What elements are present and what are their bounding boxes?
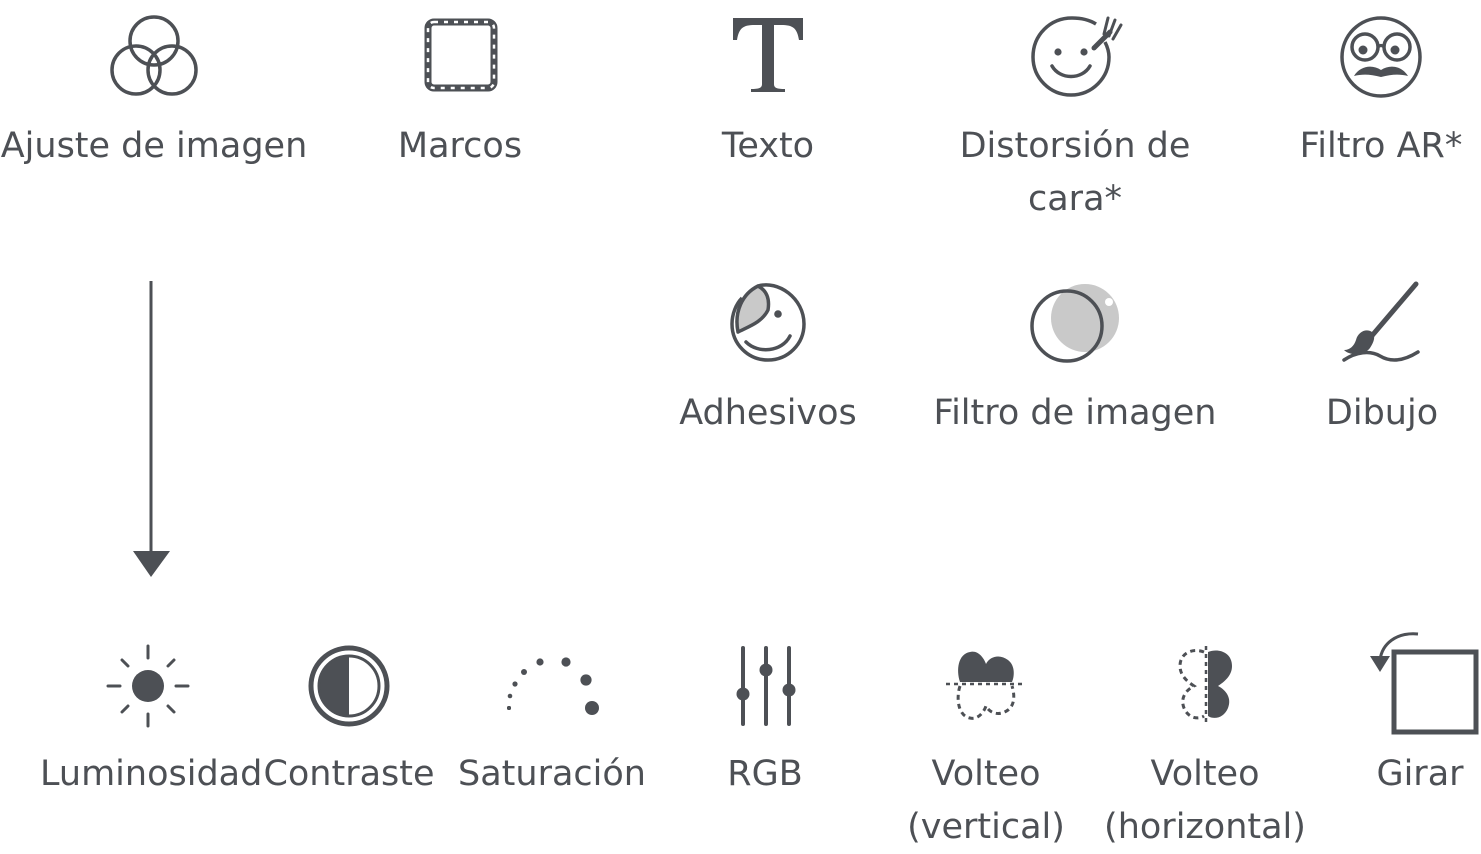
sun-icon — [106, 644, 190, 728]
down-arrow — [132, 281, 172, 579]
tool-label: Saturación — [458, 754, 646, 794]
filter-circles-icon — [1029, 282, 1121, 364]
flip-horizontal-icon — [1166, 644, 1246, 728]
tool-label: Girar — [1376, 754, 1464, 794]
sticker-icon — [728, 282, 808, 362]
tool-label: Ajuste de imagen — [0, 126, 308, 166]
sliders-icon — [734, 644, 798, 728]
contrast-icon — [307, 644, 391, 728]
saturation-dots-icon — [504, 654, 604, 720]
tool-label: Luminosidad — [40, 754, 263, 794]
tool-label: Filtro de imagen — [933, 393, 1217, 433]
frame-icon — [424, 18, 498, 92]
flip-vertical-icon — [944, 648, 1028, 722]
tool-label: Contraste — [263, 754, 435, 794]
tool-label: Texto — [721, 126, 815, 166]
tool-label: RGB — [727, 754, 803, 794]
tool-label: Volteo (horizontal) — [1104, 754, 1306, 847]
ar-face-icon — [1338, 14, 1424, 98]
text-t-icon — [731, 16, 805, 94]
rotate-icon — [1368, 630, 1480, 736]
tool-label: Volteo (vertical) — [907, 754, 1065, 847]
tool-label: Distorsión de cara* — [959, 126, 1191, 219]
tool-label: Marcos — [397, 126, 523, 166]
tool-label: Filtro AR* — [1299, 126, 1463, 166]
face-distort-icon — [1030, 14, 1123, 98]
tool-label: Dibujo — [1325, 393, 1439, 433]
overlapping-circles-icon — [108, 14, 200, 98]
tool-label: Adhesivos — [679, 393, 857, 433]
brush-icon — [1342, 281, 1422, 364]
